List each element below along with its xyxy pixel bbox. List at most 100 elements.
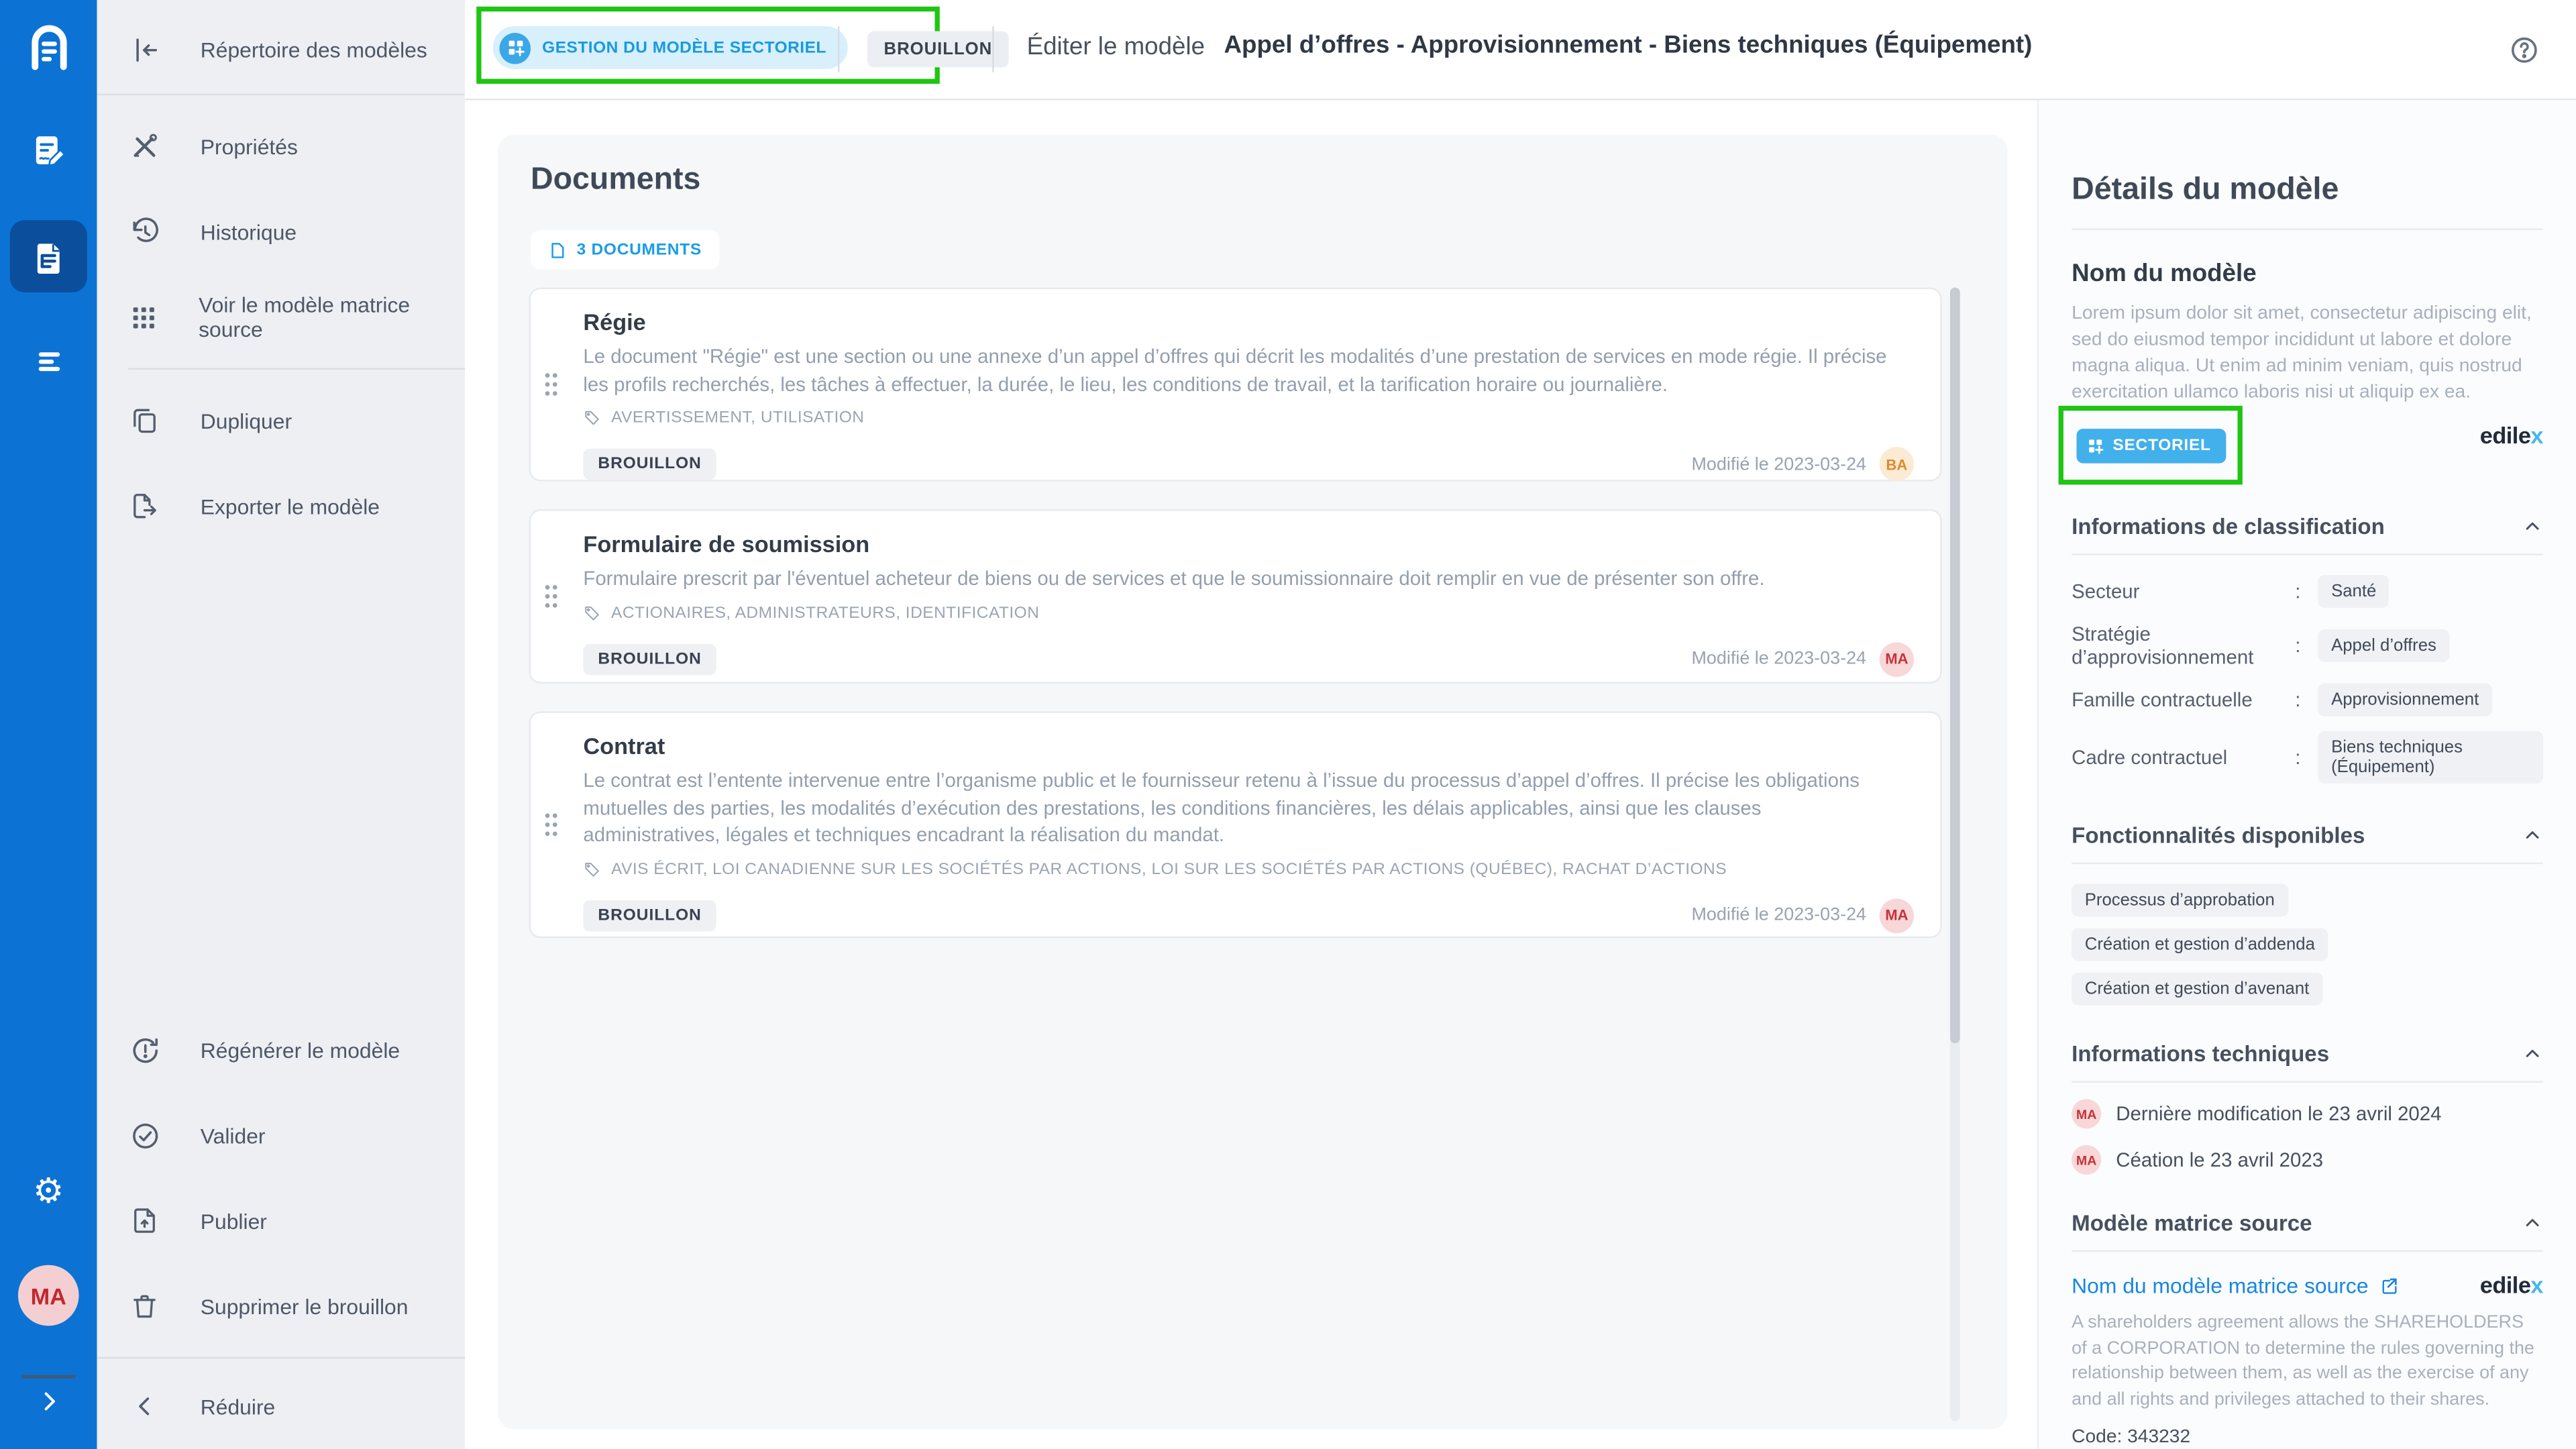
- section-header[interactable]: Modèle matrice source: [2072, 1211, 2543, 1236]
- scrollbar-track[interactable]: [1950, 288, 1960, 1421]
- classification-label: Stratégie d’approvisionnement: [2072, 623, 2295, 669]
- sidebar: Répertoire des modèles Propriétés Histor…: [97, 0, 465, 1449]
- section-header[interactable]: Informations techniques: [2072, 1042, 2543, 1067]
- sidebar-item-supprimer[interactable]: Supprimer le brouillon: [97, 1263, 465, 1348]
- trash-icon: [128, 1291, 161, 1321]
- card-modified-date: Modifié le 2023-03-24: [1691, 905, 1866, 924]
- sidebar-item-modele-matrice[interactable]: Voir le modèle matrice source: [97, 274, 465, 360]
- sidebar-item-historique[interactable]: Historique: [97, 189, 465, 274]
- chevron-up-icon[interactable]: [2522, 516, 2543, 537]
- edit-document-icon[interactable]: [0, 125, 97, 177]
- divider: [838, 26, 839, 72]
- classification-value: Appel d’offres: [2318, 629, 2450, 662]
- divider: [2072, 1250, 2543, 1252]
- sidebar-item-repertoire[interactable]: Répertoire des modèles: [97, 13, 465, 86]
- details-heading: Détails du modèle: [2072, 172, 2543, 209]
- sidebar-item-regenerer[interactable]: Régénérer le modèle: [97, 1007, 465, 1092]
- drag-handle-icon[interactable]: [542, 811, 560, 839]
- card-status-badge: BROUILLON: [583, 449, 716, 480]
- user-avatar[interactable]: MA: [18, 1265, 79, 1326]
- status-badge: BROUILLON: [867, 32, 1009, 68]
- chevron-up-icon[interactable]: [2522, 824, 2543, 846]
- feature-chip: Processus d’approbation: [2072, 884, 2288, 917]
- apps-plus-icon: [2086, 436, 2104, 454]
- check-circle-icon: [128, 1120, 161, 1151]
- sidebar-item-exporter[interactable]: Exporter le modèle: [97, 464, 465, 549]
- export-icon: [128, 491, 161, 521]
- section-header[interactable]: Fonctionnalités disponibles: [2072, 823, 2543, 848]
- documents-count-badge: 3 DOCUMENTS: [531, 230, 720, 270]
- card-modified-date: Modifié le 2023-03-24: [1691, 454, 1866, 474]
- topbar: GESTION DU MODÈLE SECTORIEL BROUILLON Éd…: [465, 0, 2576, 100]
- sidebar-item-valider[interactable]: Valider: [97, 1093, 465, 1178]
- card-title: Régie: [583, 309, 1914, 335]
- help-icon[interactable]: [2509, 34, 2540, 66]
- sidebar-item-dupliquer[interactable]: Dupliquer: [97, 378, 465, 463]
- card-status-badge: BROUILLON: [583, 900, 716, 931]
- card-tags: ACTIONAIRES, ADMINISTRATEURS, IDENTIFICA…: [583, 604, 1914, 622]
- menu-lines-icon[interactable]: [0, 340, 97, 383]
- document-list-icon[interactable]: [0, 237, 97, 280]
- section-technical: Informations techniques MA Dernière modi…: [2072, 1042, 2543, 1175]
- document-card-contrat[interactable]: Contrat Le contrat est l’entente interve…: [529, 711, 1942, 938]
- section-matrix-source: Modèle matrice source Nom du modèle matr…: [2072, 1211, 2543, 1448]
- tag-icon: [583, 604, 601, 622]
- drag-handle-icon[interactable]: [542, 582, 560, 610]
- sidebar-item-publier[interactable]: Publier: [97, 1178, 465, 1263]
- section-header[interactable]: Informations de classification: [2072, 515, 2543, 539]
- card-avatar: MA: [1880, 641, 1914, 676]
- card-description: Le document "Régie" est une section ou u…: [583, 343, 1897, 398]
- card-tags: AVERTISSEMENT, UTILISATION: [583, 409, 1914, 427]
- user-avatar: MA: [2072, 1145, 2101, 1175]
- section-classification: Informations de classification Secteur :…: [2072, 515, 2543, 784]
- documents-panel: Documents 3 DOCUMENTS Régie Le document …: [498, 135, 2008, 1430]
- matrix-source-code: Code: 343232: [2072, 1428, 2543, 1447]
- divider: [2072, 228, 2543, 229]
- classification-value: Santé: [2318, 575, 2390, 608]
- page-title: Appel d’offres - Approvisionnement - Bie…: [1224, 32, 2032, 60]
- card-description: Le contrat est l’entente intervenue entr…: [583, 767, 1897, 849]
- document-icon: [549, 239, 567, 260]
- tools-icon: [128, 131, 161, 161]
- document-card-regie[interactable]: Régie Le document "Régie" est une sectio…: [529, 288, 1942, 482]
- chevron-up-icon[interactable]: [2522, 1043, 2543, 1065]
- classification-value: Biens techniques (Équipement): [2318, 731, 2544, 784]
- technical-row: MA Céation le 23 avril 2023: [2072, 1145, 2543, 1175]
- history-icon: [128, 216, 161, 248]
- sectoriel-badge: SECTORIEL: [2077, 428, 2226, 462]
- regenerate-icon: [128, 1034, 161, 1066]
- edilex-logo: edilex: [2480, 1272, 2543, 1298]
- document-card-formulaire[interactable]: Formulaire de soumission Formulaire pres…: [529, 509, 1942, 684]
- rail-divider: [21, 1375, 76, 1379]
- chevron-up-icon[interactable]: [2522, 1212, 2543, 1234]
- matrix-source-link[interactable]: Nom du modèle matrice source: [2072, 1273, 2400, 1297]
- drag-handle-icon[interactable]: [542, 370, 560, 398]
- expand-sidebar-chevron-icon[interactable]: [0, 1383, 97, 1419]
- external-link-icon: [2378, 1274, 2400, 1295]
- card-avatar: MA: [1880, 898, 1914, 932]
- sidebar-item-reduire[interactable]: Réduire: [97, 1367, 465, 1446]
- divider: [2072, 863, 2543, 864]
- sidebar-item-proprietes[interactable]: Propriétés: [97, 103, 465, 189]
- card-modified-date: Modifié le 2023-03-24: [1691, 649, 1866, 668]
- card-description: Formulaire prescrit par l'éventuel achet…: [583, 565, 1897, 592]
- divider: [128, 368, 465, 370]
- documents-list: Régie Le document "Régie" est une sectio…: [529, 288, 1942, 966]
- card-avatar: BA: [1880, 447, 1914, 481]
- collapse-left-icon: [128, 34, 161, 65]
- divider: [97, 1357, 465, 1358]
- settings-gear-icon[interactable]: ⚙: [0, 1170, 97, 1213]
- sidebar-actions: Régénérer le modèle Valider Publier: [97, 1007, 465, 1446]
- page-action-label: Éditer le modèle: [1027, 33, 1205, 61]
- tag-icon: [583, 860, 601, 878]
- classification-label: Cadre contractuel: [2072, 746, 2295, 769]
- feature-chip: Création et gestion d’avenant: [2072, 973, 2322, 1006]
- tag-icon: [583, 409, 601, 427]
- model-type-row: SECTORIEL edilex: [2072, 392, 2543, 484]
- card-title: Contrat: [583, 733, 1914, 759]
- classification-label: Secteur: [2072, 580, 2295, 602]
- user-avatar: MA: [2072, 1099, 2101, 1128]
- scrollbar-thumb[interactable]: [1950, 288, 1960, 1044]
- app-root: ⚙ MA Répertoire des modèles: [0, 0, 2576, 1449]
- brand-logo-icon[interactable]: [0, 19, 97, 78]
